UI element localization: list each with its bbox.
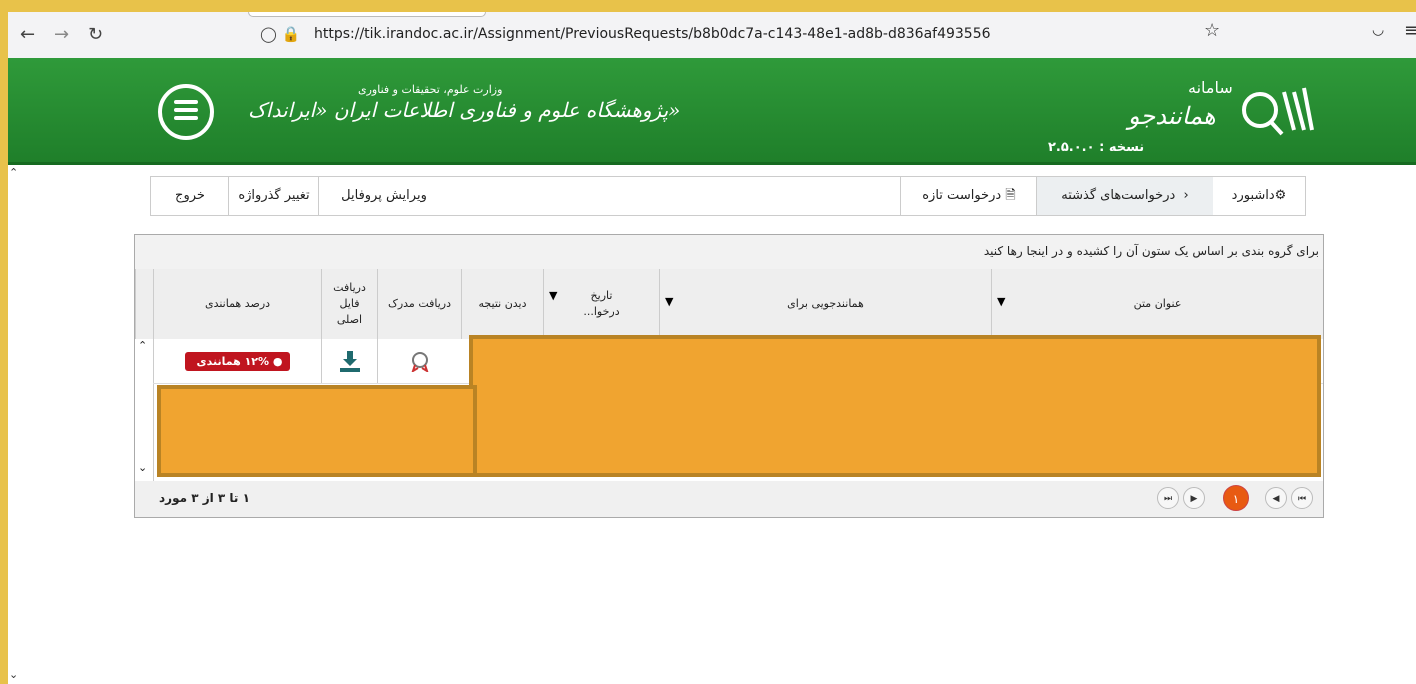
- nav-previous-requests[interactable]: ‹ درخواست‌های گذشته: [1036, 177, 1213, 215]
- row-count: ۱ تا ۳ از ۳ مورد: [159, 491, 250, 505]
- frame-top: [0, 0, 1416, 12]
- scroll-up-icon[interactable]: ⌃: [138, 339, 147, 352]
- grid-scrollbar[interactable]: ⌃ ⌄: [135, 339, 154, 481]
- pocket-icon[interactable]: ◡: [1372, 22, 1384, 38]
- system-version: نسخه : ۲.۵.۰.۰: [1048, 140, 1145, 155]
- redaction-block: [157, 385, 477, 477]
- col-get-document[interactable]: دریافت مدرک: [377, 269, 461, 339]
- col-request-date[interactable]: تاریخ درخوا...: [543, 269, 659, 339]
- download-original-cell: [321, 339, 377, 383]
- institute-name: پژوهشگاه علوم و فناوری اطلاعات ایران «ای…: [248, 98, 681, 122]
- chevron-left-icon: ‹: [1183, 188, 1189, 203]
- address-bar[interactable]: ◯ 🔒 https://tik.irandoc.ac.ir/Assignment…: [248, 19, 1238, 49]
- pager-next-icon[interactable]: ▶: [1183, 487, 1205, 509]
- page-scroll-up-icon[interactable]: ⌃: [9, 166, 18, 179]
- pager-prev-icon[interactable]: ◀: [1265, 487, 1287, 509]
- filter-icon[interactable]: ▼: [549, 289, 557, 302]
- hamburger-menu-icon[interactable]: ≡: [1404, 20, 1416, 41]
- browser-toolbar: ← → ↻ ◯ 🔒 https://tik.irandoc.ac.ir/Assi…: [8, 12, 1416, 58]
- nav-logout[interactable]: خروج: [151, 177, 229, 215]
- forward-icon[interactable]: →: [54, 24, 69, 45]
- ministry-label: وزارت علوم، تحقیقات و فناوری: [358, 83, 503, 96]
- hamanandjoo-logo-icon: [1242, 87, 1314, 136]
- redaction-block: [469, 335, 1321, 477]
- site-header: وزارت علوم، تحقیقات و فناوری پژوهشگاه عل…: [8, 58, 1416, 165]
- reload-icon[interactable]: ↻: [88, 24, 103, 45]
- nav-new-request[interactable]: 🗎 درخواست تازه: [900, 177, 1037, 215]
- document-icon: 🗎: [1005, 188, 1016, 203]
- pager-first-icon[interactable]: ⏮: [1291, 487, 1313, 509]
- group-hint: برای گروه بندی بر اساس یک ستون آن را کشی…: [983, 244, 1319, 258]
- col-get-original[interactable]: دریافت فایل اصلی: [321, 269, 377, 339]
- pager-last-icon[interactable]: ⏭: [1157, 487, 1179, 509]
- download-icon[interactable]: [338, 349, 362, 373]
- grid-header: عنوان متن ▼ همانندجویی برای ▼ تاریخ درخو…: [135, 269, 1323, 340]
- col-scroll-gutter: [135, 269, 153, 339]
- browser-tab[interactable]: [248, 12, 486, 17]
- system-name: همانندجو: [1128, 102, 1216, 130]
- col-similarity[interactable]: درصد همانندی: [153, 269, 321, 339]
- filter-icon[interactable]: ▼: [665, 295, 673, 308]
- similarity-cell: ● ۱۲% همانندی: [153, 339, 321, 383]
- nav-edit-profile[interactable]: ویرایش پروفایل: [318, 177, 449, 215]
- requests-grid: برای گروه بندی بر اساس یک ستون آن را کشی…: [134, 234, 1324, 518]
- similarity-badge[interactable]: ● ۱۲% همانندی: [184, 351, 291, 371]
- dashboard-icon: ⚙: [1274, 188, 1287, 203]
- grid-footer: ۱ تا ۳ از ۳ مورد ⏮ ◀ ۱ ▶ ⏭: [135, 481, 1323, 517]
- url-text[interactable]: https://tik.irandoc.ac.ir/Assignment/Pre…: [314, 26, 991, 42]
- col-check-for[interactable]: همانندجویی برای: [659, 269, 991, 339]
- filter-icon[interactable]: ▼: [997, 295, 1005, 308]
- nav-change-password[interactable]: تغییر گذرواژه: [228, 177, 319, 215]
- nav-dashboard[interactable]: ⚙داشبورد: [1212, 177, 1305, 215]
- system-label: سامانه: [1188, 78, 1233, 97]
- grid-body: ⌃ ⌄ ● ۱۲% همانندی: [135, 335, 1323, 481]
- page-scroll-down-icon[interactable]: ⌄: [9, 668, 18, 681]
- col-view-result[interactable]: دیدن نتیجه: [461, 269, 543, 339]
- frame-left: [0, 0, 8, 684]
- certificate-icon[interactable]: [409, 350, 431, 372]
- scroll-down-icon[interactable]: ⌄: [138, 461, 147, 474]
- pager-page-1[interactable]: ۱: [1223, 485, 1249, 511]
- security-lock-icon[interactable]: ◯ 🔒: [260, 25, 300, 43]
- col-title[interactable]: عنوان متن: [991, 269, 1323, 339]
- bookmark-star-icon[interactable]: ☆: [1204, 20, 1220, 41]
- main-nav: ⚙داشبورد ‹ درخواست‌های گذشته 🗎 درخواست ت…: [150, 176, 1306, 216]
- certificate-cell: [377, 339, 461, 383]
- back-icon[interactable]: ←: [20, 24, 35, 45]
- irandoc-logo-icon: [158, 84, 214, 140]
- group-drop-panel[interactable]: برای گروه بندی بر اساس یک ستون آن را کشی…: [135, 235, 1323, 270]
